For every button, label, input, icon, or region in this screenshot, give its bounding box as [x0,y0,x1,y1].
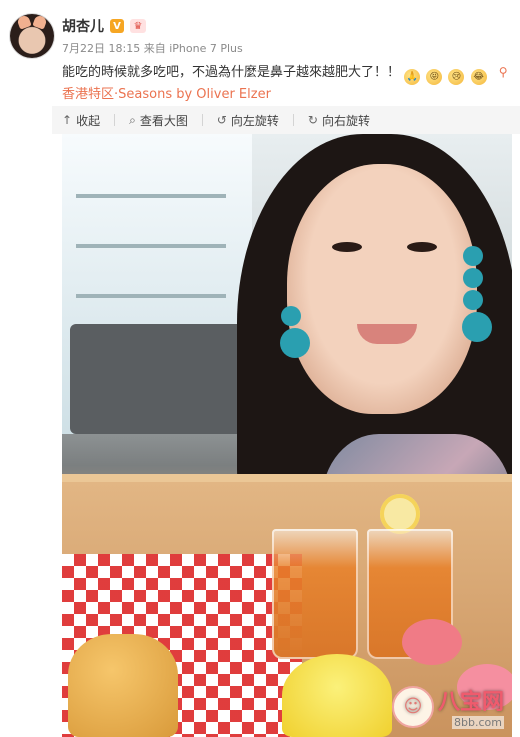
view-large-label: 查看大图 [139,113,188,128]
earring-bead [463,290,483,310]
toolbar-divider [201,114,203,126]
earring-bead [462,312,492,342]
avatar-ear-right [32,14,48,30]
watermark-title: 八宝网 [437,689,504,715]
photo-macaron [402,619,462,665]
photo-cupcake [282,654,392,737]
photo-iced-tea-glass [272,529,358,659]
watermark-logo-icon: ☺ [391,685,434,728]
photo-shelf [76,244,226,248]
photo-lips [357,324,417,344]
photo-shelf [76,194,226,198]
rotate-right-icon: ↻ [307,113,318,127]
member-crown-icon[interactable]: ♛ [130,19,146,33]
author-row: 胡杏儿 V ♛ [62,16,146,36]
image-toolbar: ↑ 收起 ⌕ 查看大图 ↺ 向左旋转 ↻ 向右旋转 [52,106,520,134]
photo-chair [70,324,250,434]
watermark-text: 八宝网 8bb.com [438,684,504,729]
rotate-left-label: 向左旋转 [230,113,279,128]
post-time[interactable]: 18:15 [109,42,141,55]
toolbar-divider [114,114,116,126]
toolbar-divider [292,114,294,126]
photo-eye [407,242,437,252]
location-link[interactable]: 香港特区·Seasons by Oliver Elzer [62,87,271,102]
arrow-up-icon: ↑ [62,113,73,127]
post-photo[interactable]: ☺ 八宝网 8bb.com [62,134,512,737]
post-content: 能吃的時候就多吃吧，不過為什麼是鼻子越來越肥大了！！ 🙏 😝 😢 😂 ⚲ 香港特… [62,62,512,105]
collapse-label: 收起 [76,113,101,128]
emoji-icon: 😝 [426,69,443,85]
watermark-url: 8bb.com [452,716,504,729]
earring-bead [463,246,483,266]
photo-eye [332,242,362,252]
photo-muffin [68,634,178,737]
emoji-icon: 😢 [448,69,465,85]
emoji-icon: 🙏 [404,69,421,85]
post-meta: 7月22日 18:15 来自 iPhone 7 Plus [62,40,243,56]
weibo-post-card: 胡杏儿 V ♛ 7月22日 18:15 来自 iPhone 7 Plus 能吃的… [0,0,520,737]
search-icon: ⌕ [129,112,136,127]
avatar[interactable] [10,14,54,58]
source-device[interactable]: iPhone 7 Plus [169,42,243,55]
rotate-left-icon: ↺ [216,113,227,127]
collapse-button[interactable]: ↑ 收起 [62,112,100,129]
rotate-right-label: 向右旋转 [321,113,370,128]
map-pin-icon: ⚲ [498,65,508,79]
author-name[interactable]: 胡杏儿 [62,16,104,36]
post-text: 能吃的時候就多吃吧，不過為什麼是鼻子越來越肥大了！！ [62,65,401,80]
avatar-ear-left [16,14,32,30]
view-large-button[interactable]: ⌕ 查看大图 [129,112,188,129]
source-prefix: 来自 [143,42,166,55]
earring-bead [463,268,483,288]
photo-earring-right [462,244,492,344]
rotate-left-button[interactable]: ↺ 向左旋转 [217,112,279,129]
photo-lemon-slice [380,494,420,534]
photo-earring-left [280,304,310,360]
photo-shelf [76,294,226,298]
verified-badge-icon[interactable]: V [110,19,124,33]
post-date[interactable]: 7月22日 [62,42,105,55]
earring-bead [280,328,310,358]
photo-face [287,164,477,414]
rotate-right-button[interactable]: ↻ 向右旋转 [308,112,370,129]
site-watermark: ☺ 八宝网 8bb.com [391,684,504,729]
emoji-icon: 😂 [470,69,487,85]
earring-bead [281,306,301,326]
